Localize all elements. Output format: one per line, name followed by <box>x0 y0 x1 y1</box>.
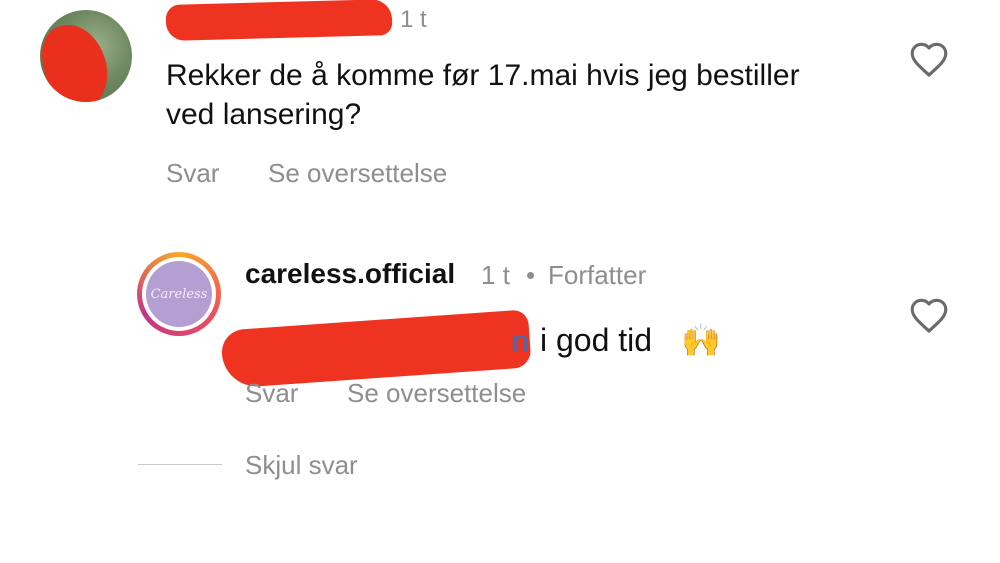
comment-timestamp: 1 t <box>400 6 427 33</box>
commenter-avatar[interactable] <box>40 10 132 102</box>
thread-divider <box>138 464 222 465</box>
reply-text: i god tid <box>540 322 653 358</box>
careless-logo: Careless <box>146 261 212 327</box>
author-badge: Forfatter <box>548 260 647 290</box>
redacted-mention <box>220 309 532 389</box>
avatar-redaction <box>40 18 115 102</box>
raised-hands-emoji: 🙌 <box>681 322 721 358</box>
reply-username[interactable]: careless.official <box>245 258 455 290</box>
see-translation-button[interactable]: Se oversettelse <box>268 158 447 188</box>
comment-text: Rekker de å komme før 17.mai hvis jeg be… <box>166 59 800 131</box>
heart-icon[interactable] <box>908 40 950 78</box>
see-translation-button[interactable]: Se oversettelse <box>347 378 526 408</box>
hide-replies-button[interactable]: Skjul svar <box>245 450 358 480</box>
reply-timestamp: 1 t <box>481 260 510 290</box>
heart-icon[interactable] <box>908 296 950 334</box>
avatar-story-ring-gap: Careless <box>142 257 216 331</box>
reply-button[interactable]: Svar <box>245 378 298 408</box>
author-avatar[interactable]: Careless <box>137 252 221 336</box>
reply-button[interactable]: Svar <box>166 158 219 188</box>
redacted-username <box>165 0 393 41</box>
mention-link[interactable]: n <box>512 324 529 360</box>
separator-dot: • <box>526 260 536 290</box>
